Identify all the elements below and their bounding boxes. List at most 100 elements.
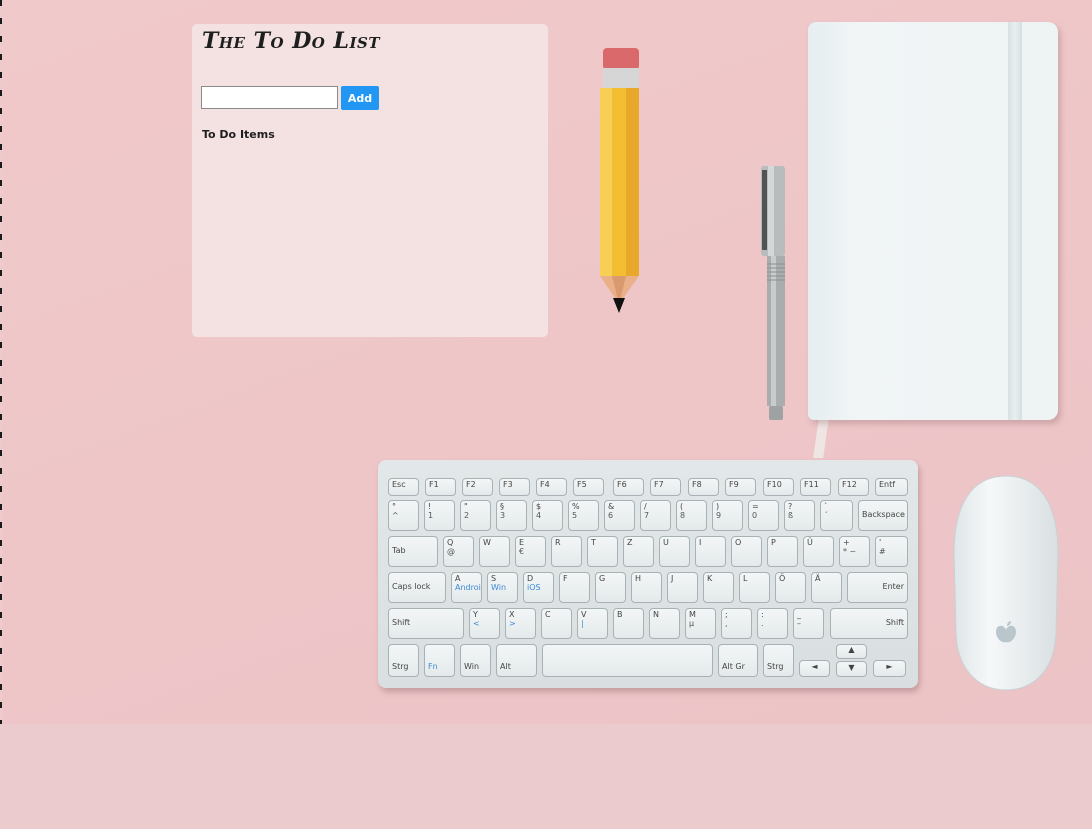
key-label: Strg bbox=[392, 662, 409, 671]
key-label: H bbox=[635, 574, 642, 583]
notebook-image bbox=[808, 22, 1060, 458]
key-label: Enter bbox=[882, 582, 904, 591]
key: ° ^ bbox=[388, 500, 419, 531]
key: /7 bbox=[640, 500, 671, 531]
key-label: Ä bbox=[815, 574, 821, 583]
key: _ – bbox=[793, 608, 824, 639]
add-button[interactable]: Add bbox=[341, 86, 379, 110]
page-title: The To Do List bbox=[202, 28, 381, 54]
key-label: > bbox=[509, 618, 516, 628]
key-label: Z bbox=[627, 538, 633, 547]
key: ▲ bbox=[836, 644, 867, 659]
key: V | bbox=[577, 608, 608, 639]
key: C bbox=[541, 608, 572, 639]
key: :. bbox=[757, 608, 788, 639]
key-label: V bbox=[581, 610, 587, 619]
key-label: F bbox=[563, 574, 568, 583]
key: F2 bbox=[462, 478, 493, 496]
key: F3 bbox=[499, 478, 530, 496]
key-label: 2 bbox=[464, 510, 470, 520]
key: Enter bbox=[847, 572, 908, 603]
key-label: E bbox=[519, 538, 525, 547]
pen-clip bbox=[762, 170, 767, 250]
key-label: F7 bbox=[654, 480, 664, 489]
desktop-background: The To Do List Add To Do Items Esc F1 F2… bbox=[0, 0, 1092, 829]
key-label: * ~ bbox=[843, 546, 857, 556]
key-label: F9 bbox=[729, 480, 739, 489]
key-label: F6 bbox=[617, 480, 627, 489]
key: ? ß bbox=[784, 500, 815, 531]
key: B bbox=[613, 608, 644, 639]
key-label: Esc bbox=[392, 480, 406, 489]
key: ▼ bbox=[836, 661, 867, 677]
key: % 5 bbox=[568, 500, 599, 531]
key: ◄ bbox=[799, 660, 830, 677]
key-label: € bbox=[519, 546, 525, 556]
key: ► bbox=[873, 660, 906, 677]
key-label: I bbox=[699, 538, 702, 547]
key-label: , bbox=[725, 618, 728, 628]
notebook-elastic-band bbox=[1008, 22, 1022, 420]
key: ;, bbox=[721, 608, 752, 639]
key: ! 1 bbox=[424, 500, 455, 531]
key-label: ; bbox=[725, 610, 728, 619]
pencil-ferrule bbox=[603, 68, 639, 88]
key-label: R bbox=[555, 538, 561, 547]
key: X > bbox=[505, 608, 536, 639]
key: E € bbox=[515, 536, 546, 567]
key-label: S bbox=[491, 574, 497, 583]
key-label: 5 bbox=[572, 510, 578, 520]
todo-input[interactable] bbox=[201, 86, 338, 109]
key: K bbox=[703, 572, 734, 603]
key-label: F11 bbox=[804, 480, 819, 489]
key-label: Strg bbox=[767, 662, 784, 671]
key-label: 4 bbox=[536, 510, 542, 520]
key-label: T bbox=[591, 538, 596, 547]
key: S Win bbox=[487, 572, 518, 603]
key-label: ° bbox=[392, 502, 396, 511]
key-label: @ bbox=[447, 546, 455, 556]
key-label: O bbox=[735, 538, 742, 547]
key-label: F4 bbox=[540, 480, 550, 489]
key-label: – bbox=[797, 618, 801, 628]
key: = 0 bbox=[748, 500, 779, 531]
todo-panel: The To Do List Add To Do Items bbox=[192, 24, 548, 337]
key-label: : bbox=[761, 610, 764, 619]
key-label: Backspace bbox=[862, 510, 905, 519]
background-bottom bbox=[0, 724, 1092, 829]
key: Entf bbox=[875, 478, 908, 496]
key-label: Q bbox=[447, 538, 454, 547]
key-label: N bbox=[653, 610, 659, 619]
key-label: ◄ bbox=[811, 662, 818, 671]
key: F7 bbox=[650, 478, 681, 496]
key: Y < bbox=[469, 608, 500, 639]
key-label: ´ bbox=[824, 510, 828, 520]
key-label: 9 bbox=[716, 510, 722, 520]
pencil-icon bbox=[600, 48, 639, 313]
key-label: ▲ bbox=[848, 645, 855, 654]
key: + * ~ bbox=[839, 536, 870, 567]
key-label: Ö bbox=[779, 574, 786, 583]
key: U bbox=[659, 536, 690, 567]
key: G bbox=[595, 572, 626, 603]
key-label: F8 bbox=[692, 480, 702, 489]
key: I bbox=[695, 536, 726, 567]
key: Z bbox=[623, 536, 654, 567]
key-label: # bbox=[879, 546, 886, 556]
key: H bbox=[631, 572, 662, 603]
key: Alt bbox=[496, 644, 537, 677]
key-label: B bbox=[617, 610, 623, 619]
pencil-lead bbox=[613, 298, 625, 313]
key-label: P bbox=[771, 538, 776, 547]
key-label: 0 bbox=[752, 510, 758, 520]
key-label: + bbox=[843, 538, 850, 547]
pen-icon bbox=[761, 166, 785, 420]
key-label: ▼ bbox=[848, 663, 855, 672]
key-label: % bbox=[572, 502, 580, 511]
key: O bbox=[731, 536, 762, 567]
key-label: Entf bbox=[879, 480, 896, 489]
key-label: K bbox=[707, 574, 713, 583]
key-label: W bbox=[483, 538, 491, 547]
key-label: ` bbox=[824, 502, 828, 511]
key: AAndroid bbox=[451, 572, 482, 603]
